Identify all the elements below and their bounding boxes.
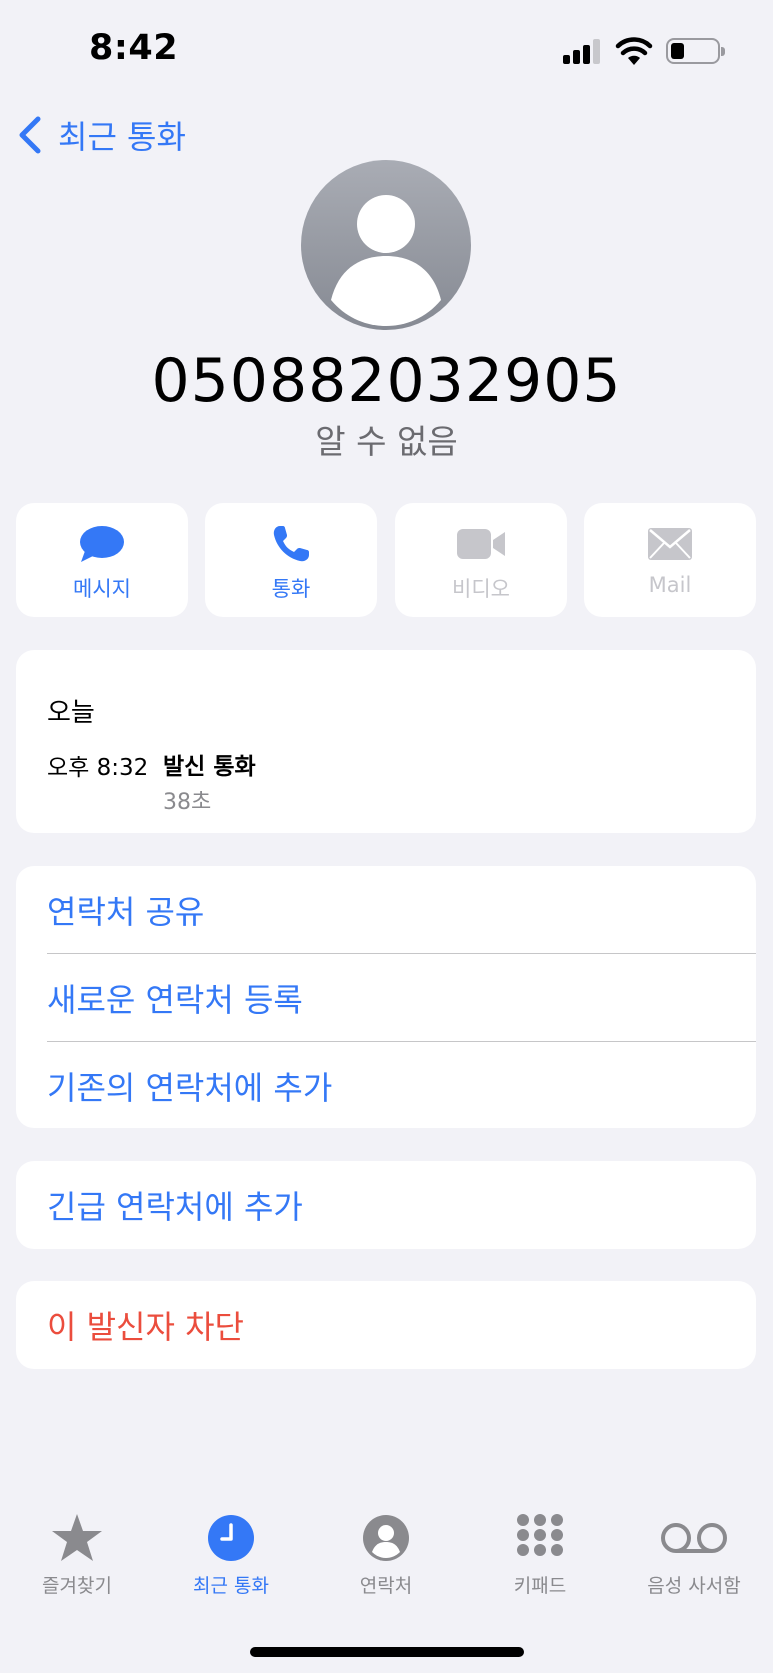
tab-bar: 즐겨찾기 최근 통화 연락처 키패드 음성 사서함 bbox=[0, 1510, 773, 1610]
video-label: 비디오 bbox=[452, 577, 510, 601]
add-emergency-contact-button[interactable]: 긴급 연락처에 추가 bbox=[47, 1161, 303, 1249]
call-type: 발신 통화 bbox=[163, 754, 256, 780]
tab-voicemail[interactable]: 음성 사서함 bbox=[617, 1510, 771, 1598]
tab-favorites[interactable]: 즐겨찾기 bbox=[0, 1510, 154, 1598]
star-icon bbox=[52, 1514, 102, 1561]
history-day: 오늘 bbox=[47, 698, 95, 728]
share-contact-button[interactable]: 연락처 공유 bbox=[47, 866, 756, 953]
call-label: 통화 bbox=[271, 577, 311, 601]
add-to-existing-contact-button[interactable]: 기존의 연락처에 추가 bbox=[47, 1042, 756, 1129]
tab-keypad-label: 키패드 bbox=[513, 1575, 567, 1597]
create-new-contact-button[interactable]: 새로운 연락처 등록 bbox=[47, 954, 756, 1041]
caller-subtitle: 알 수 없음 bbox=[315, 422, 458, 461]
home-indicator[interactable] bbox=[250, 1647, 524, 1657]
video-button[interactable]: 비디오 bbox=[395, 503, 567, 617]
back-button-label: 최근 통화 bbox=[58, 118, 186, 156]
tab-keypad[interactable]: 키패드 bbox=[463, 1510, 617, 1598]
message-icon bbox=[80, 526, 124, 562]
contact-options-card: 연락처 공유 새로운 연락처 등록 기존의 연락처에 추가 bbox=[16, 866, 756, 1128]
call-time: 오후 8:32 bbox=[47, 755, 149, 781]
tab-voicemail-label: 음성 사서함 bbox=[647, 1575, 741, 1597]
call-button[interactable]: 통화 bbox=[205, 503, 377, 617]
block-caller-card: 이 발신자 차단 bbox=[16, 1281, 756, 1369]
clock-icon bbox=[208, 1515, 254, 1561]
emergency-contact-card: 긴급 연락처에 추가 bbox=[16, 1161, 756, 1249]
back-button[interactable]: 최근 통화 bbox=[16, 112, 186, 158]
status-time: 8:42 bbox=[89, 28, 179, 68]
keypad-icon bbox=[517, 1514, 563, 1556]
block-caller-button[interactable]: 이 발신자 차단 bbox=[47, 1281, 244, 1369]
contact-info-screen: 8:42 최근 통화 050882032905 알 수 없음 메시지 통화 비디… bbox=[0, 0, 773, 1673]
call-history-card: 오늘 오후 8:32 발신 통화 38초 bbox=[16, 650, 756, 833]
person-silhouette-icon bbox=[331, 195, 441, 326]
mail-icon bbox=[648, 528, 692, 560]
mail-label: Mail bbox=[648, 573, 692, 597]
battery-icon bbox=[666, 38, 725, 64]
call-duration: 38초 bbox=[163, 790, 212, 815]
chevron-left-icon bbox=[19, 116, 41, 154]
voicemail-icon bbox=[661, 1523, 727, 1553]
message-button[interactable]: 메시지 bbox=[16, 503, 188, 617]
video-icon bbox=[457, 529, 505, 559]
tab-recents[interactable]: 최근 통화 bbox=[154, 1510, 308, 1598]
phone-icon bbox=[273, 526, 309, 562]
tab-recents-label: 최근 통화 bbox=[193, 1575, 269, 1597]
message-label: 메시지 bbox=[73, 577, 131, 601]
tab-contacts-label: 연락처 bbox=[359, 1575, 413, 1597]
avatar bbox=[301, 160, 471, 330]
quick-actions: 메시지 통화 비디오 Mail bbox=[16, 503, 756, 617]
mail-button[interactable]: Mail bbox=[584, 503, 756, 617]
cellular-signal-icon bbox=[563, 38, 603, 64]
tab-contacts[interactable]: 연락처 bbox=[309, 1510, 463, 1598]
wifi-icon bbox=[615, 37, 653, 65]
tab-favorites-label: 즐겨찾기 bbox=[42, 1575, 112, 1597]
person-circle-icon bbox=[363, 1515, 409, 1561]
phone-number-title: 050882032905 bbox=[151, 346, 622, 416]
